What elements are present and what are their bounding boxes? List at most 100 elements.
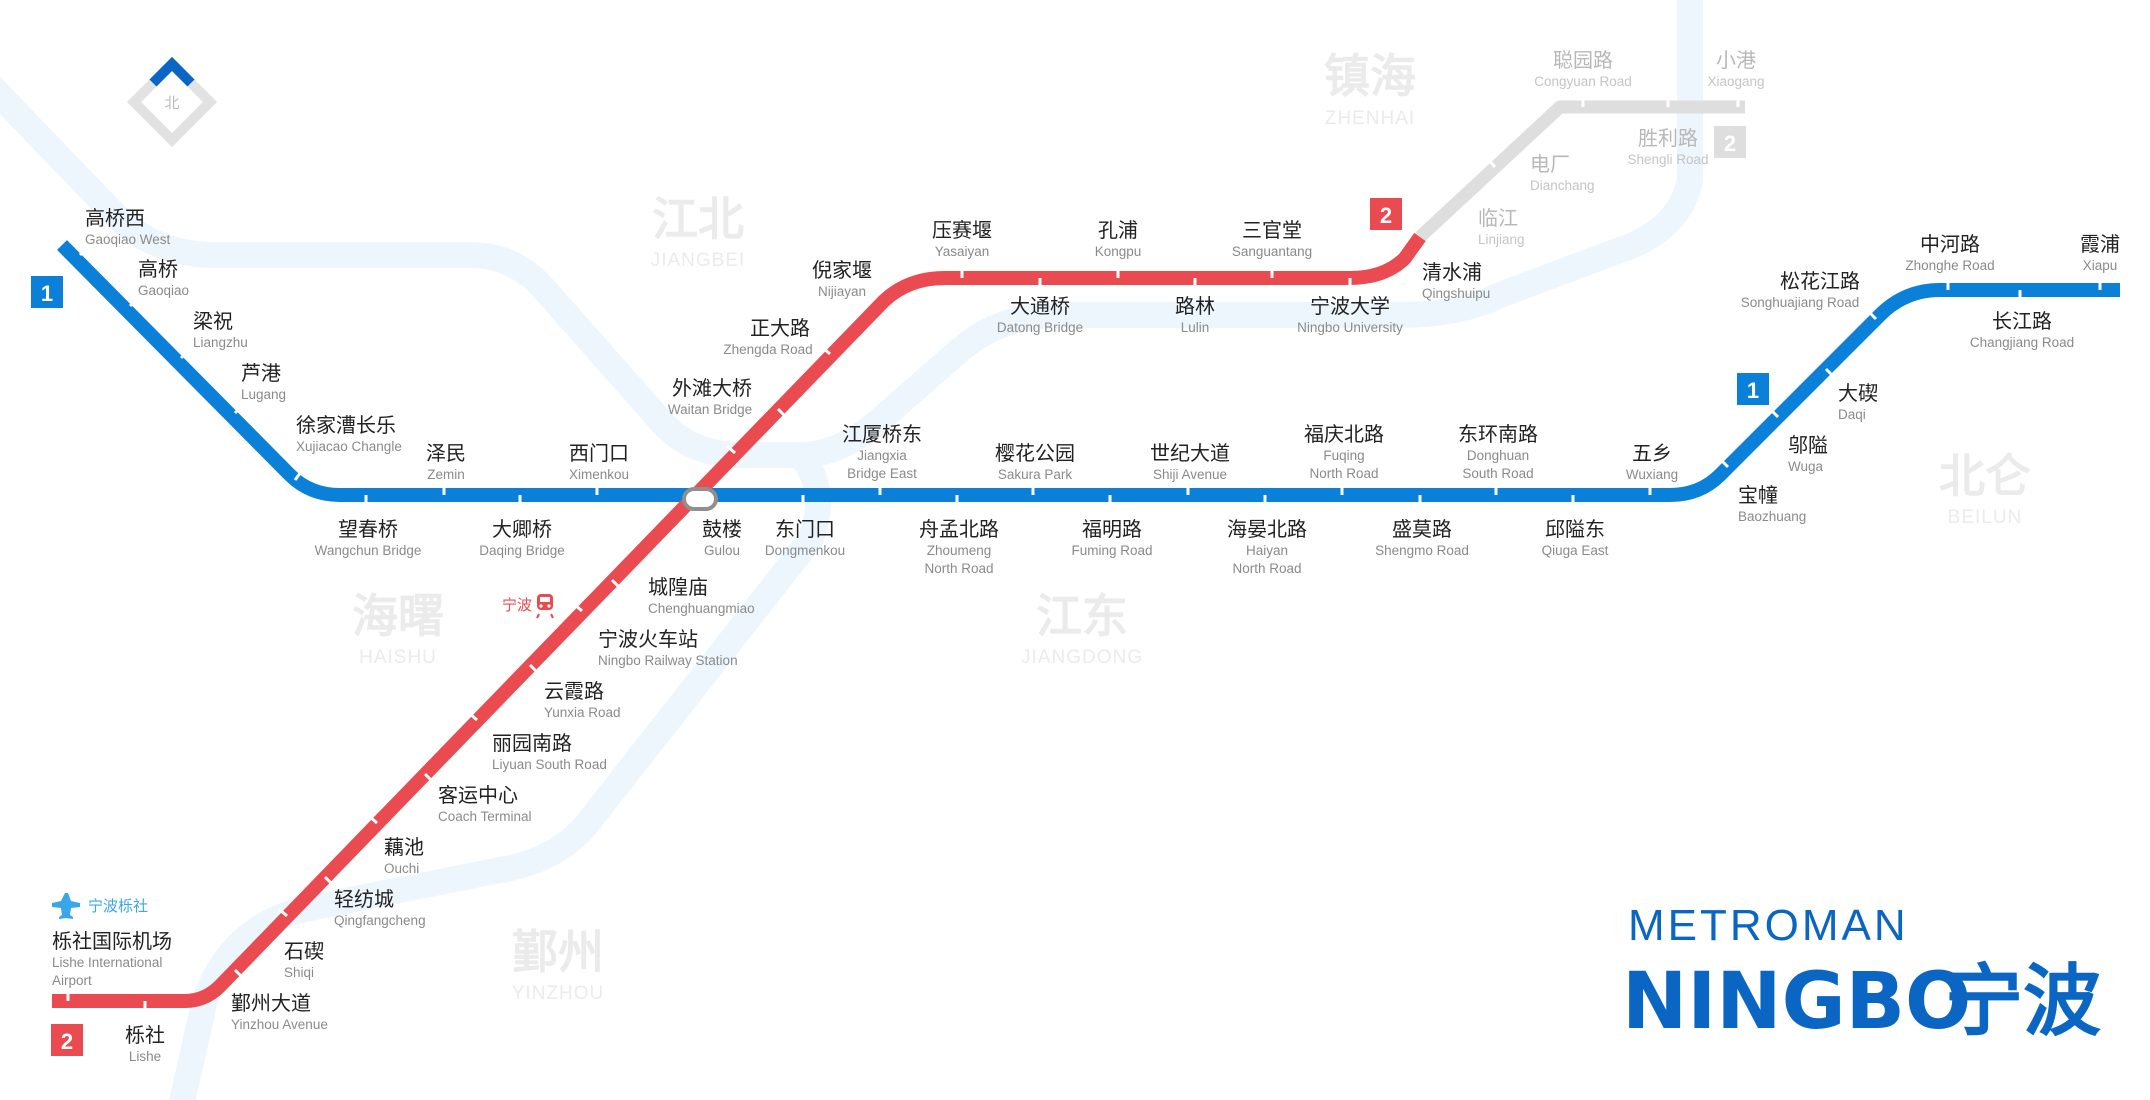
station-shiji-zh: 世纪大道 <box>1150 441 1230 465</box>
line2-badge-south[interactable]: 2 <box>51 1024 83 1056</box>
station-zhoumeng[interactable]: 舟孟北路 Zhoumeng North Road <box>919 517 999 576</box>
station-songhuajiang-zh: 松花江路 <box>1780 269 1860 293</box>
station-fuqing[interactable]: 福庆北路 Fuqing North Road <box>1304 422 1384 481</box>
station-changjiang-zh: 长江路 <box>1992 309 2052 333</box>
station-shengmo[interactable]: 盛莫路 Shengmo Road <box>1375 517 1469 558</box>
station-sakura-en: Sakura Park <box>998 467 1073 482</box>
station-nijiayan-en: Nijiayan <box>818 284 866 299</box>
station-xiaogang[interactable]: 小港 Xiaogang <box>1707 48 1764 89</box>
station-dongmenkou-en: Dongmenkou <box>765 543 845 558</box>
station-liangzhu[interactable]: 梁祝 Liangzhu <box>193 309 248 350</box>
station-ningbouni[interactable]: 宁波大学 Ningbo University <box>1297 294 1403 335</box>
station-shengli[interactable]: 胜利路 Shengli Road <box>1627 126 1708 167</box>
station-nijiayan[interactable]: 倪家堰 Nijiayan <box>812 258 872 299</box>
station-coach[interactable]: 客运中心 Coach Terminal <box>438 783 532 824</box>
station-daqing[interactable]: 大卿桥 Daqing Bridge <box>479 517 565 558</box>
line1-badge-west-label: 1 <box>41 281 53 306</box>
station-baozhuang[interactable]: 宝幢 Baozhuang <box>1738 483 1806 524</box>
station-gulou[interactable]: 鼓楼 Gulou <box>702 517 742 558</box>
station-zemin[interactable]: 泽民 Zemin <box>426 441 466 482</box>
station-zhonghe[interactable]: 中河路 Zhonghe Road <box>1905 232 1994 273</box>
station-qingshuipu-zh: 清水浦 <box>1422 260 1482 284</box>
brand-logo: METROMAN NINGBO 宁波 <box>1622 901 2101 1047</box>
brand-small: METROMAN <box>1628 901 1909 950</box>
line2-future-badge[interactable]: 2 <box>1714 126 1746 158</box>
line2-badge-north[interactable]: 2 <box>1370 198 1402 230</box>
station-lugang[interactable]: 芦港 Lugang <box>241 361 286 402</box>
station-lugang-en: Lugang <box>241 387 286 402</box>
station-yunxia-zh: 云霞路 <box>544 679 604 703</box>
station-donghuan-en1: Donghuan <box>1467 448 1529 463</box>
station-lulin[interactable]: 路林 Lulin <box>1175 294 1215 335</box>
interchange-gulou[interactable] <box>682 487 718 511</box>
station-shengmo-zh: 盛莫路 <box>1392 517 1452 541</box>
station-ouchi-zh: 藕池 <box>384 835 424 859</box>
station-qingshuipu-en: Qingshuipu <box>1422 286 1490 301</box>
station-datong-zh: 大通桥 <box>1010 294 1070 318</box>
station-liyuan[interactable]: 丽园南路 Liyuan South Road <box>492 731 607 772</box>
station-sakura[interactable]: 樱花公园 Sakura Park <box>995 441 1075 482</box>
station-fuming[interactable]: 福明路 Fuming Road <box>1071 517 1152 558</box>
station-zhengda[interactable]: 正大路 Zhengda Road <box>723 316 812 357</box>
station-xujiacao[interactable]: 徐家漕长乐 Xujiacao Changle <box>296 413 402 454</box>
station-waitan[interactable]: 外滩大桥 Waitan Bridge <box>668 376 752 417</box>
station-qiuga[interactable]: 邱隘东 Qiuga East <box>1542 517 1609 558</box>
station-xiapu[interactable]: 霞浦 Xiapu <box>2080 232 2120 273</box>
station-wuxiang[interactable]: 五乡 Wuxiang <box>1626 441 1678 482</box>
station-haiyan[interactable]: 海晏北路 Haiyan North Road <box>1227 517 1307 576</box>
station-songhuajiang[interactable]: 松花江路 Songhuajiang Road <box>1741 269 1860 310</box>
station-lishe-airport[interactable]: 栎社国际机场 Lishe International Airport <box>52 929 172 988</box>
station-kongpu[interactable]: 孔浦 Kongpu <box>1095 218 1142 259</box>
station-qiuga-zh: 邱隘东 <box>1545 517 1605 541</box>
station-ximenkou-en: Ximenkou <box>569 467 629 482</box>
station-yasaiyan[interactable]: 压赛堰 Yasaiyan <box>932 218 992 259</box>
station-dongmenkou[interactable]: 东门口 Dongmenkou <box>765 517 845 558</box>
station-shiji[interactable]: 世纪大道 Shiji Avenue <box>1150 441 1230 482</box>
station-liangzhu-zh: 梁祝 <box>193 309 233 333</box>
station-donghuan[interactable]: 东环南路 Donghuan South Road <box>1458 422 1538 481</box>
station-daqi-zh: 大碶 <box>1838 381 1878 405</box>
station-ouchi[interactable]: 藕池 Ouchi <box>384 835 424 876</box>
station-yunxia[interactable]: 云霞路 Yunxia Road <box>544 679 621 720</box>
station-kongpu-en: Kongpu <box>1095 244 1142 259</box>
station-haiyan-en1: Haiyan <box>1246 543 1288 558</box>
poi-railway-label: 宁波 <box>502 596 532 614</box>
station-xiaogang-zh: 小港 <box>1716 48 1756 72</box>
line2-badge-north-label: 2 <box>1380 203 1392 228</box>
station-railway-zh: 宁波火车站 <box>598 627 698 651</box>
station-lugang-zh: 芦港 <box>241 361 281 385</box>
station-shiqi-zh: 石碶 <box>284 939 324 963</box>
station-lishe[interactable]: 栎社 Lishe <box>125 1023 165 1064</box>
station-shengli-en: Shengli Road <box>1627 152 1708 167</box>
station-sanguantang[interactable]: 三官堂 Sanguantang <box>1232 218 1312 259</box>
district-jiangdong-en: JIANGDONG <box>1021 647 1143 668</box>
station-yinzhouave[interactable]: 鄞州大道 Yinzhou Avenue <box>231 991 328 1032</box>
station-ximenkou[interactable]: 西门口 Ximenkou <box>569 441 629 482</box>
station-wangchun[interactable]: 望春桥 Wangchun Bridge <box>315 517 422 558</box>
line1-badge-east[interactable]: 1 <box>1737 373 1769 405</box>
station-yunxia-en: Yunxia Road <box>544 705 621 720</box>
station-gaoqiao-zh: 高桥 <box>138 257 178 281</box>
brand-big-zh: 宁波 <box>1945 957 2101 1047</box>
station-qingfang-en: Qingfangcheng <box>334 913 426 928</box>
brand-big-latin: NINGBO <box>1622 957 1971 1047</box>
station-shiqi[interactable]: 石碶 Shiqi <box>284 939 324 980</box>
station-lishe-airport-zh: 栎社国际机场 <box>52 929 172 953</box>
station-lishe-zh: 栎社 <box>125 1023 165 1047</box>
station-daqi[interactable]: 大碶 Daqi <box>1838 381 1878 422</box>
line1-badge-west[interactable]: 1 <box>31 276 63 308</box>
station-zemin-zh: 泽民 <box>426 441 466 465</box>
station-zhonghe-en: Zhonghe Road <box>1905 258 1994 273</box>
station-wuga[interactable]: 邬隘 Wuga <box>1788 433 1828 474</box>
station-linjiang-en: Linjiang <box>1478 232 1525 247</box>
station-xujiacao-zh: 徐家漕长乐 <box>296 413 396 437</box>
station-linjiang[interactable]: 临江 Linjiang <box>1478 206 1525 247</box>
station-qingshuipu[interactable]: 清水浦 Qingshuipu <box>1422 260 1490 301</box>
station-shiqi-en: Shiqi <box>284 965 314 980</box>
station-chenghuangmiao[interactable]: 城隍庙 Chenghuangmiao <box>648 575 755 616</box>
station-dianchang[interactable]: 电厂 Dianchang <box>1530 152 1595 193</box>
district-haishu-zh: 海曙 <box>352 589 444 643</box>
station-congyuan[interactable]: 聪园路 Congyuan Road <box>1534 48 1632 89</box>
station-changjiang[interactable]: 长江路 Changjiang Road <box>1970 309 2074 350</box>
station-gaoqiaoxi[interactable]: 高桥西 Gaoqiao West <box>85 206 171 247</box>
